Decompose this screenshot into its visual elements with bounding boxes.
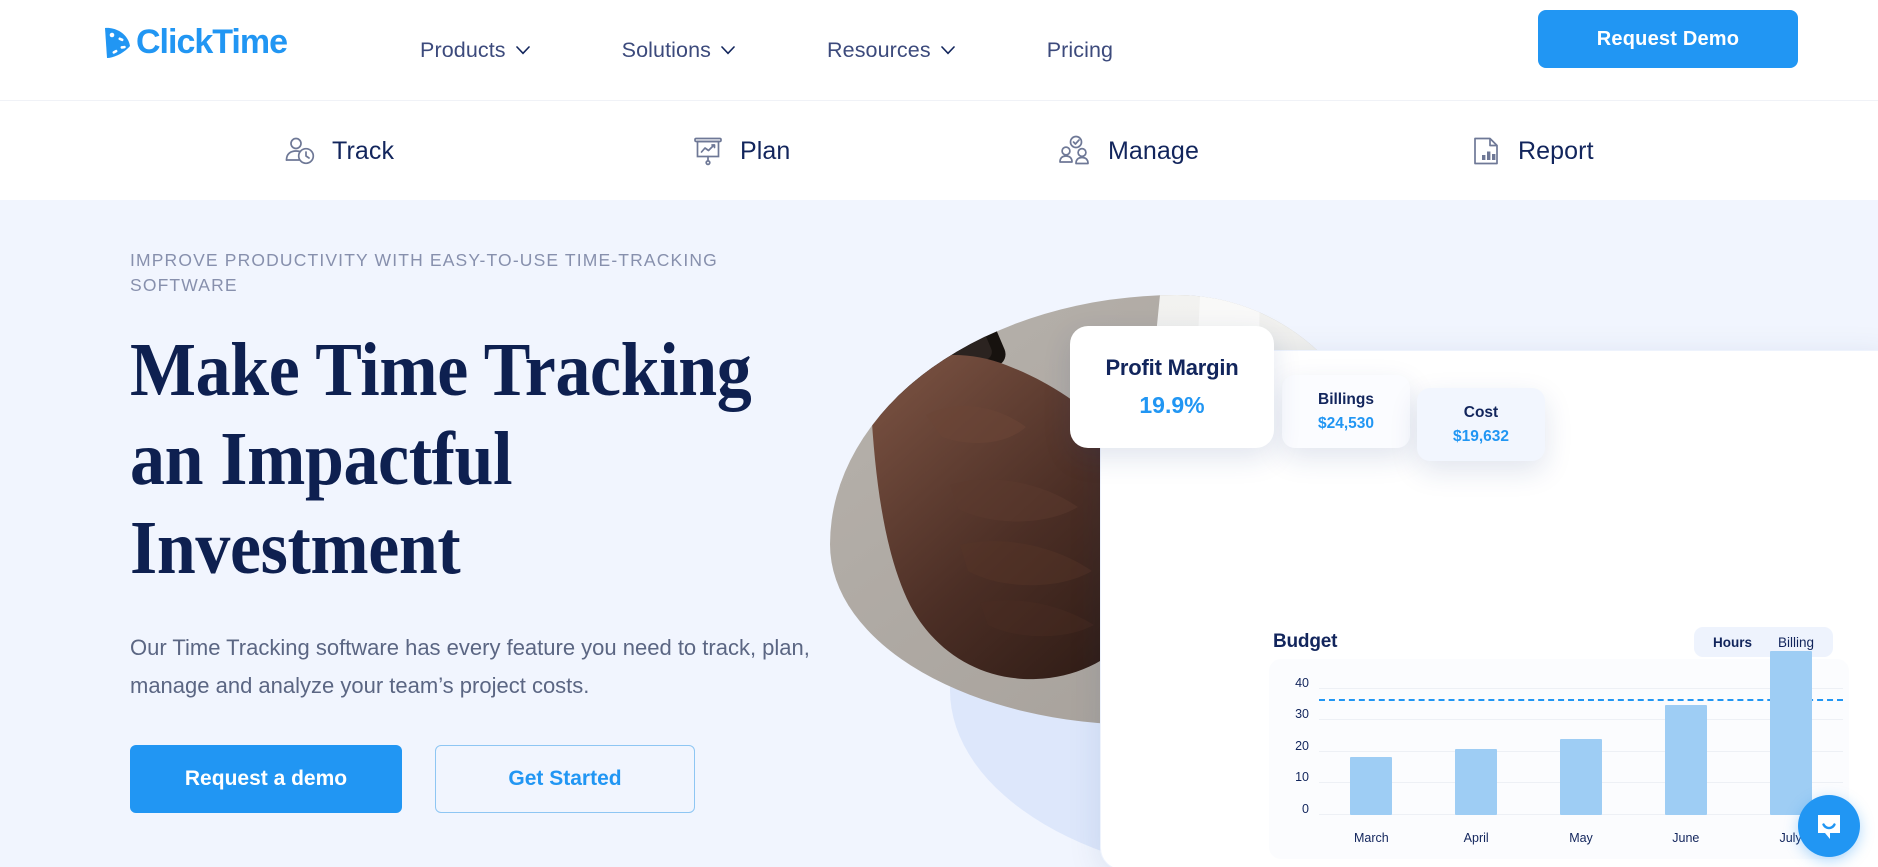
toggle-option-billing[interactable]: Billing	[1765, 635, 1827, 650]
hero-illustration: Budget Hours Billing 0 10 20 30 40 March April…	[830, 200, 1878, 867]
chart-bar	[1455, 748, 1498, 815]
nav-label: Resources	[827, 37, 931, 62]
billings-label: Billings	[1318, 390, 1374, 408]
budget-header: Budget Hours Billing	[1273, 627, 1833, 657]
clicktime-logo-icon	[100, 25, 134, 61]
subnav-label: Track	[332, 136, 395, 165]
budget-title: Budget	[1273, 631, 1338, 652]
chart-y-tick-label: 40	[1295, 675, 1309, 690]
chart-y-tick-label: 20	[1295, 738, 1309, 753]
profit-margin-label: Profit Margin	[1105, 355, 1239, 380]
chart-bar	[1664, 704, 1707, 815]
chart-x-tick-label: April	[1463, 831, 1489, 845]
cost-card: Cost $19,632	[1417, 388, 1545, 461]
headline-line: Make Time Tracking	[130, 328, 752, 412]
budget-bar-chart: 0 10 20 30 40 March April May June July	[1295, 650, 1843, 845]
secondary-navigation-bar: Track Plan Manage Report	[0, 100, 1878, 200]
document-bars-icon	[1474, 137, 1498, 165]
top-navigation-bar: ClickTime Products Solutions Resources P…	[0, 0, 1878, 100]
chart-bar	[1769, 650, 1812, 815]
subnav-item-report[interactable]: Report	[1468, 101, 1594, 201]
cost-value: $19,632	[1452, 427, 1510, 445]
chat-launcher-button[interactable]	[1798, 795, 1860, 857]
nav-item-solutions[interactable]: Solutions	[622, 38, 735, 63]
subnav-label: Manage	[1108, 136, 1199, 165]
page-root: ClickTime Products Solutions Resources P…	[0, 0, 1878, 867]
toggle-option-hours[interactable]: Hours	[1700, 635, 1765, 650]
chevron-down-icon	[940, 45, 955, 54]
chart-x-tick-label: March	[1354, 831, 1389, 845]
subnav-label: Report	[1518, 136, 1594, 165]
nav-item-pricing[interactable]: Pricing	[1047, 38, 1113, 63]
hero-copy-block: IMPROVE PRODUCTIVITY WITH EASY-TO-USE TI…	[130, 248, 890, 813]
chart-gridline	[1319, 719, 1843, 721]
get-started-button[interactable]: Get Started	[435, 745, 695, 813]
headline-line: an Impactful	[130, 417, 513, 501]
budget-chart-card: 0 10 20 30 40 March April May June July	[1269, 650, 1849, 859]
chart-gridline	[1319, 687, 1843, 689]
nav-item-products[interactable]: Products	[420, 38, 530, 63]
svg-text:ClickTime: ClickTime	[136, 23, 287, 61]
page-title: Make Time Tracking an Impactful Investme…	[130, 326, 829, 593]
hero-cta-row: Request a demo Get Started	[130, 745, 890, 813]
people-check-icon	[1059, 135, 1089, 165]
chart-y-tick-label: 30	[1295, 707, 1309, 722]
clicktime-wordmark: ClickTime	[136, 23, 294, 63]
profit-margin-card: Profit Margin 19.9%	[1070, 326, 1274, 448]
presentation-chart-icon	[694, 137, 722, 166]
chevron-down-icon	[515, 45, 530, 54]
chart-x-tick-label: May	[1569, 831, 1593, 845]
profit-margin-value: 19.9%	[1139, 392, 1205, 418]
hero-eyebrow: IMPROVE PRODUCTIVITY WITH EASY-TO-USE TI…	[130, 250, 718, 295]
chart-bar	[1560, 739, 1602, 815]
chart-x-tick-label: June	[1672, 831, 1700, 845]
billings-value: $24,530	[1317, 414, 1375, 432]
subnav-item-track[interactable]: Track	[282, 101, 394, 201]
chart-y-tick-label: 10	[1295, 770, 1309, 785]
subnav-label: Plan	[740, 136, 791, 165]
nav-item-resources[interactable]: Resources	[827, 38, 955, 63]
headline-line: Investment	[130, 506, 461, 590]
request-demo-button[interactable]: Request Demo	[1538, 10, 1798, 68]
nav-label: Products	[420, 37, 506, 62]
hero-section: IMPROVE PRODUCTIVITY WITH EASY-TO-USE TI…	[0, 200, 1878, 867]
cost-label: Cost	[1463, 403, 1499, 421]
hero-description: Our Time Tracking software has every fea…	[130, 635, 810, 698]
chart-y-tick-label: 0	[1302, 802, 1309, 816]
request-a-demo-button[interactable]: Request a demo	[130, 745, 402, 813]
chat-bubble-smile-icon	[1818, 815, 1840, 839]
clicktime-logo[interactable]: ClickTime	[100, 18, 294, 68]
subnav-item-plan[interactable]: Plan	[690, 101, 790, 201]
chart-target-line	[1319, 699, 1843, 702]
nav-label: Solutions	[621, 37, 712, 62]
hours-billing-toggle[interactable]: Hours Billing	[1693, 627, 1833, 657]
billings-card: Billings $24,530	[1282, 375, 1410, 448]
chevron-down-icon	[721, 45, 735, 54]
subnav-item-manage[interactable]: Manage	[1058, 101, 1199, 201]
primary-menu: Products Solutions Resources Pricing	[420, 0, 1113, 100]
chart-bar	[1350, 756, 1393, 815]
person-clock-icon	[285, 137, 315, 165]
nav-label: Pricing	[1046, 37, 1114, 62]
